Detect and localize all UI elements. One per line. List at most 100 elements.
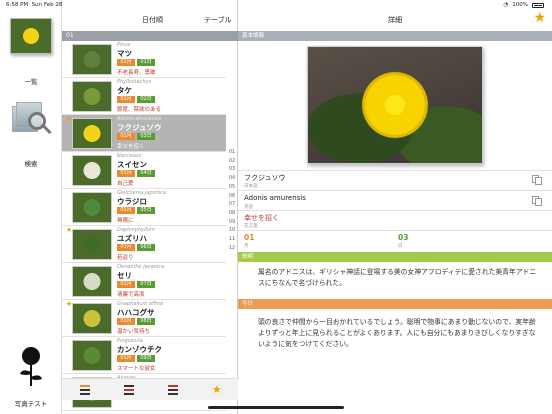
list-icon[interactable] — [80, 385, 90, 395]
description-text: 属名のアドニスは、ギリシャ神話に登場する美の女神アフロディテに愛された美青年アド… — [258, 268, 537, 287]
index-item[interactable]: 10 — [226, 226, 238, 235]
tab-table[interactable]: テーブル — [204, 10, 232, 30]
section-description: 説明 — [238, 252, 552, 262]
flower-photo — [307, 46, 483, 164]
list-item[interactable]: ★ Gnaphalium affine ハハコグサ 01月 08日 温かい気持ち — [62, 300, 226, 337]
photo-stack-icon[interactable] — [10, 18, 52, 54]
index-item[interactable]: 08 — [226, 209, 238, 218]
flower-list-pane: 日付順 テーブル 01 Pinus マツ 01月 01日 不老長寿、勇敢 Phyllost… — [62, 0, 238, 414]
flower-thumbnail — [72, 155, 112, 186]
flower-meaning: 無限に — [117, 218, 134, 224]
month-badge: 01月 — [117, 96, 135, 103]
today-text: 頭の良さで仲間から一目おかれているでしょう。聡明で物事にあまり動じないので、実年… — [258, 318, 536, 348]
japanese-name: フクジュソウ — [244, 174, 286, 182]
flower-thumbnail — [72, 81, 112, 112]
day-badge: 09日 — [137, 355, 155, 362]
favorites-star-icon[interactable]: ★ — [212, 383, 222, 396]
list-item[interactable]: Gleichenia japonica ウラジロ 01月 05日 無限に — [62, 189, 226, 226]
index-item[interactable]: 01 — [226, 148, 238, 157]
latin-name: Adonis amurensis — [244, 194, 306, 202]
flower-meaning: 清廉で高潔 — [117, 292, 145, 298]
favorite-star-icon: ★ — [66, 226, 73, 234]
rose-icon[interactable] — [14, 346, 48, 386]
home-indicator[interactable] — [208, 406, 344, 409]
flower-list: Pinus マツ 01月 01日 不老長寿、勇敢 Phyllostachys タケ 01月 02… — [62, 41, 226, 411]
section-basic-info: 基本情報 — [238, 31, 552, 41]
list-item[interactable]: ★ Daphniphyllum ユズリハ 01月 06日 若返り — [62, 226, 226, 263]
status-right: ◔ 100% — [503, 0, 544, 10]
favorite-star-icon[interactable]: ★ — [533, 10, 546, 26]
flower-name: スイセン — [117, 160, 147, 169]
index-item[interactable]: 05 — [226, 183, 238, 192]
month-badge: 01月 — [117, 281, 135, 288]
list-icon[interactable] — [124, 385, 134, 395]
flower-meaning: 幸せを招く — [244, 214, 279, 222]
list-icon[interactable] — [168, 385, 178, 395]
sidebar-item-photo-test[interactable]: 写真テスト — [0, 398, 62, 408]
flower-meaning-label: 花言葉 — [244, 224, 258, 229]
day-value: 03 — [398, 233, 409, 242]
sidebar-item-search[interactable]: 検索 — [0, 158, 62, 168]
month-badge: 01月 — [117, 207, 135, 214]
status-time: 6:58 PM Sun Feb 28 — [6, 2, 63, 8]
flower-name: フクジュソウ — [117, 123, 162, 132]
flower-meaning: 不老長寿、勇敢 — [117, 70, 156, 76]
flower-name: タケ — [117, 86, 132, 95]
flower-thumbnail — [72, 303, 112, 334]
section-today: 今日 — [238, 299, 552, 309]
list-item[interactable]: Narcissus スイセン 01月 04日 自己愛 — [62, 152, 226, 189]
japanese-name-label: 日本語 — [244, 184, 258, 189]
flower-name: カンゾウチク — [117, 345, 162, 354]
wifi-icon: ◔ — [503, 2, 509, 8]
search-icon[interactable] — [12, 100, 52, 138]
copy-icon[interactable] — [532, 196, 542, 206]
index-item[interactable]: 02 — [226, 157, 238, 166]
bottom-toolbar: ★ — [62, 378, 238, 400]
month-value: 01 — [244, 233, 255, 242]
flower-name: マツ — [117, 49, 132, 58]
index-item[interactable]: 04 — [226, 174, 238, 183]
list-item[interactable]: Pinguicula カンゾウチク 01月 09日 スマートな淑女 — [62, 337, 226, 374]
tab-date-order[interactable]: 日付順 — [142, 10, 163, 30]
divider — [238, 230, 552, 231]
flower-thumbnail — [72, 229, 112, 260]
day-badge: 02日 — [137, 96, 155, 103]
index-item[interactable]: 06 — [226, 192, 238, 201]
day-badge: 08日 — [137, 318, 155, 325]
index-item[interactable]: 03 — [226, 165, 238, 174]
day-badge: 04日 — [137, 170, 155, 177]
flower-thumbnail — [72, 118, 112, 149]
favorite-star-icon: ★ — [66, 115, 73, 123]
index-item[interactable]: 11 — [226, 235, 238, 244]
divider — [238, 210, 552, 211]
index-item[interactable]: 12 — [226, 244, 238, 253]
flower-name: ハハコグサ — [117, 308, 155, 317]
day-badge: 01日 — [137, 59, 155, 66]
section-index[interactable]: 01 02 03 04 05 06 07 08 09 10 11 12 — [226, 148, 238, 252]
flower-meaning: 温かい気持ち — [117, 329, 151, 335]
month-badge: 01月 — [117, 244, 135, 251]
index-item[interactable]: 09 — [226, 218, 238, 227]
day-badge: 05日 — [137, 207, 155, 214]
day-badge: 06日 — [137, 244, 155, 251]
list-item[interactable]: Oenanthe javanica セリ 01月 07日 清廉で高潔 — [62, 263, 226, 300]
sidebar-item-list[interactable]: 一覧 — [0, 76, 62, 86]
list-item[interactable]: Phyllostachys タケ 01月 02日 節度、禁欲のある — [62, 78, 226, 115]
flower-meaning: 節度、禁欲のある — [117, 107, 162, 113]
battery-percent: 100% — [512, 2, 528, 8]
day-label: 日 — [398, 244, 403, 249]
flower-thumbnail — [72, 340, 112, 371]
flower-meaning: 若返り — [117, 255, 134, 261]
list-item[interactable]: Pinus マツ 01月 01日 不老長寿、勇敢 — [62, 41, 226, 78]
month-badge: 01月 — [117, 59, 135, 66]
index-item[interactable]: 07 — [226, 200, 238, 209]
day-badge: 07日 — [137, 281, 155, 288]
list-item[interactable]: ★ Adonis amurensis フクジュソウ 01月 03日 幸せを招く — [62, 115, 226, 152]
flower-name: セリ — [117, 271, 132, 280]
month-badge: 01月 — [117, 133, 135, 140]
month-badge: 01月 — [117, 170, 135, 177]
favorite-star-icon: ★ — [66, 300, 73, 308]
copy-icon[interactable] — [532, 175, 542, 185]
month-badge: 01月 — [117, 318, 135, 325]
flower-meaning: 幸せを招く — [117, 144, 145, 150]
